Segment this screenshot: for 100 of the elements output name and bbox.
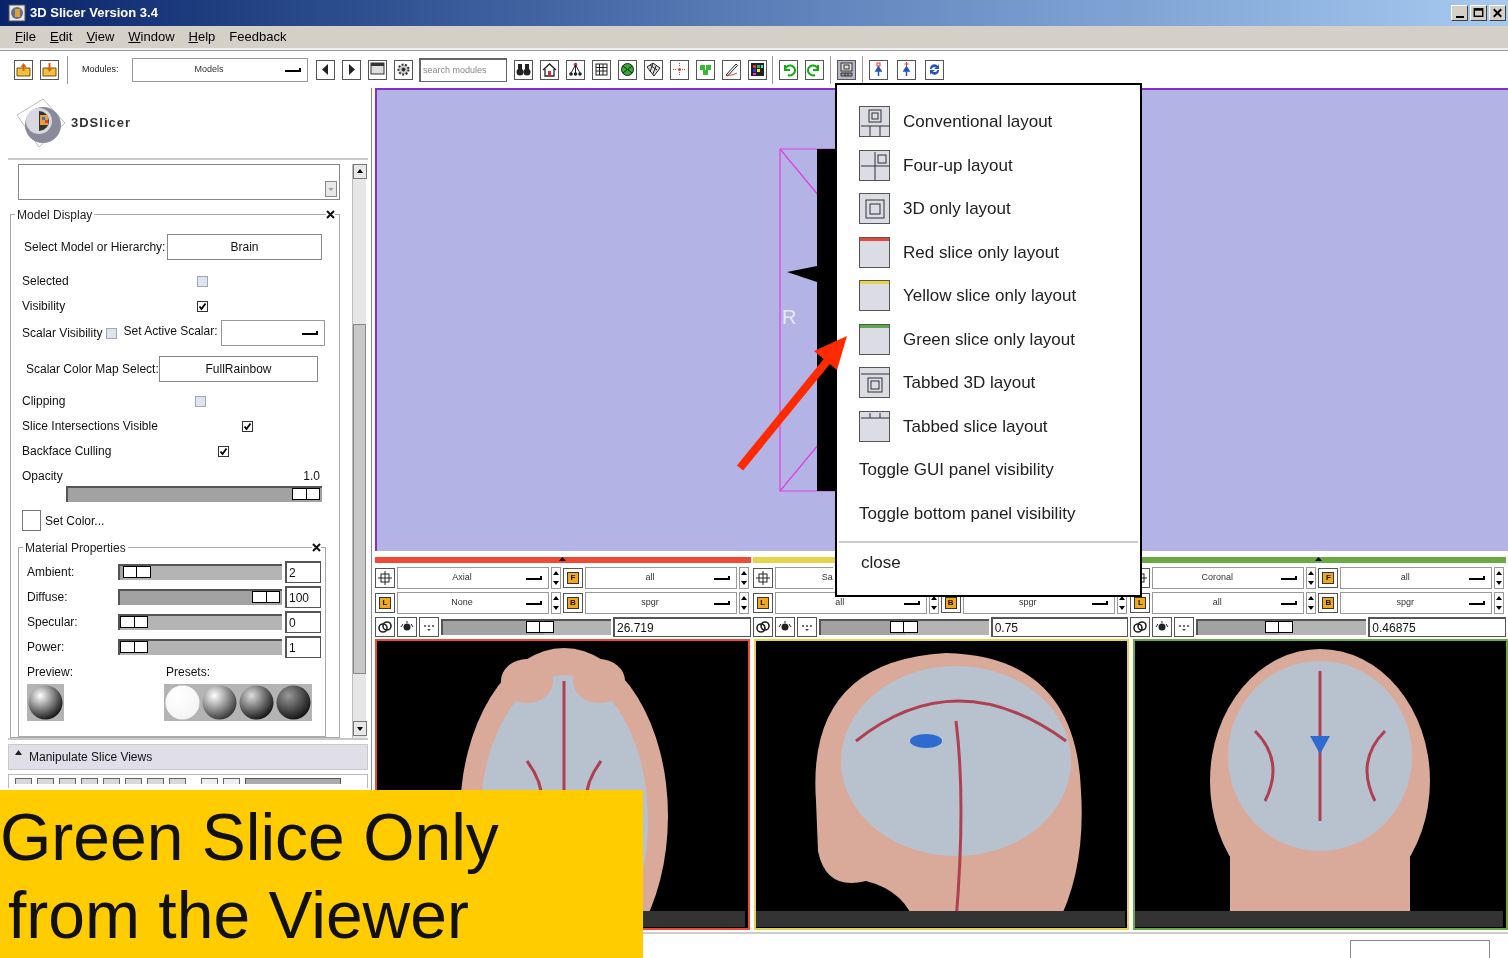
foreground-layer-icon[interactable]: F bbox=[563, 568, 583, 588]
value-field[interactable]: 0 bbox=[285, 611, 321, 633]
menu-item[interactable]: Conventional layout bbox=[837, 100, 1140, 144]
spin-buttons[interactable] bbox=[551, 567, 561, 589]
tool-icon[interactable] bbox=[147, 778, 164, 784]
color-map-selector[interactable]: FullRainbow bbox=[159, 356, 318, 382]
slider-handle[interactable] bbox=[1264, 621, 1293, 633]
pin-icon[interactable] bbox=[869, 59, 888, 80]
tool-icon[interactable] bbox=[59, 778, 76, 784]
menu-item[interactable]: Feedback bbox=[229, 27, 287, 47]
rings-icon[interactable] bbox=[752, 617, 773, 637]
gear-icon[interactable] bbox=[394, 59, 413, 80]
dots-icon[interactable] bbox=[419, 617, 439, 637]
value-field[interactable]: 0.75 bbox=[990, 617, 1129, 637]
menu-item[interactable]: Red slice only layout bbox=[837, 230, 1140, 274]
crosshair-icon[interactable] bbox=[752, 568, 773, 588]
tool-icon[interactable] bbox=[15, 778, 32, 784]
slider-handle[interactable] bbox=[889, 621, 918, 633]
scrollbar-thumb[interactable] bbox=[353, 324, 366, 674]
slider-handle[interactable] bbox=[252, 591, 280, 603]
orientation-dropdown[interactable]: Axial bbox=[397, 567, 549, 589]
dots-icon[interactable] bbox=[1174, 617, 1195, 637]
pin-icon[interactable] bbox=[897, 59, 916, 80]
foreground-dropdown[interactable]: all bbox=[585, 567, 737, 589]
grid-icon[interactable] bbox=[644, 59, 663, 80]
crosshair-icon[interactable] bbox=[670, 59, 689, 80]
label-dropdown[interactable]: all bbox=[1152, 592, 1305, 614]
spin-buttons[interactable] bbox=[1306, 592, 1317, 614]
scroll-up-icon[interactable] bbox=[353, 164, 367, 179]
tool-icon[interactable] bbox=[103, 778, 120, 784]
tool-icon[interactable] bbox=[201, 778, 218, 784]
menu-item[interactable]: Edit bbox=[49, 27, 73, 47]
close-button[interactable] bbox=[1489, 5, 1506, 21]
close-icon[interactable] bbox=[326, 210, 335, 219]
caret-icon[interactable] bbox=[559, 557, 567, 561]
swatch-grid-icon[interactable] bbox=[748, 59, 767, 80]
tool-icon[interactable] bbox=[81, 778, 98, 784]
module-dropdown[interactable]: Models bbox=[132, 57, 308, 82]
label-layer-icon[interactable]: L bbox=[752, 593, 773, 613]
menu-item[interactable]: Tabbed slice layout bbox=[837, 404, 1140, 448]
label-layer-icon[interactable]: L bbox=[375, 593, 395, 613]
background-layer-icon[interactable]: B bbox=[563, 593, 583, 613]
slider-handle[interactable] bbox=[525, 621, 554, 633]
menu-item[interactable]: 3D only layout bbox=[837, 187, 1140, 231]
search-field[interactable]: search modules bbox=[419, 57, 507, 82]
rings-icon[interactable] bbox=[1130, 617, 1151, 637]
label-dropdown[interactable]: None bbox=[397, 592, 549, 614]
menu-item[interactable]: Toggle GUI panel visibility bbox=[837, 448, 1140, 492]
menu-item[interactable]: Window bbox=[128, 27, 175, 47]
eye-icon[interactable] bbox=[397, 617, 417, 637]
redo-icon[interactable] bbox=[805, 59, 824, 80]
close-menu-item[interactable]: close bbox=[837, 543, 1140, 583]
tool-icon[interactable] bbox=[37, 778, 54, 784]
refresh-icon[interactable] bbox=[925, 59, 944, 80]
dots-icon[interactable] bbox=[796, 617, 817, 637]
home-icon[interactable] bbox=[540, 59, 559, 80]
menu-item[interactable]: Four-up layout bbox=[837, 143, 1140, 187]
tool-icon[interactable] bbox=[169, 778, 186, 784]
checkbox[interactable] bbox=[197, 300, 208, 312]
background-layer-icon[interactable]: B bbox=[1318, 593, 1339, 613]
scalar-dropdown[interactable] bbox=[220, 320, 325, 346]
checkbox[interactable] bbox=[242, 420, 253, 432]
slider-handle[interactable] bbox=[292, 488, 320, 500]
tool-icon[interactable] bbox=[223, 778, 240, 784]
spin-buttons[interactable] bbox=[739, 567, 749, 589]
color-swatch-button[interactable] bbox=[22, 510, 41, 531]
slider-track[interactable] bbox=[245, 778, 341, 784]
blocks-icon[interactable] bbox=[696, 59, 715, 80]
checkbox[interactable] bbox=[106, 327, 118, 339]
orientation-dropdown[interactable]: Coronal bbox=[1152, 567, 1305, 589]
caret-icon[interactable] bbox=[1314, 557, 1322, 561]
menu-item[interactable]: Green slice only layout bbox=[837, 317, 1140, 361]
folder-down-icon[interactable] bbox=[40, 59, 59, 80]
menu-item[interactable]: File bbox=[15, 27, 36, 47]
undo-icon[interactable] bbox=[779, 59, 798, 80]
spin-buttons[interactable] bbox=[1306, 567, 1317, 589]
folder-up-icon[interactable] bbox=[14, 59, 33, 80]
preset-sphere[interactable] bbox=[275, 684, 312, 721]
slider-handle[interactable] bbox=[122, 566, 151, 578]
spin-buttons[interactable] bbox=[551, 592, 561, 614]
crosshair-icon[interactable] bbox=[375, 568, 395, 588]
eye-icon[interactable] bbox=[1152, 617, 1173, 637]
orientation-dropdown[interactable]: Sa bbox=[774, 567, 833, 589]
maximize-button[interactable] bbox=[1470, 5, 1487, 21]
model-selector[interactable]: Brain bbox=[167, 234, 322, 260]
menu-item[interactable]: Tabbed 3D layout bbox=[837, 361, 1140, 405]
foreground-layer-icon[interactable]: F bbox=[1318, 568, 1339, 588]
value-field[interactable]: 100 bbox=[285, 586, 321, 608]
spin-buttons[interactable] bbox=[739, 592, 749, 614]
minimize-button[interactable] bbox=[1451, 5, 1468, 21]
tool-icon[interactable] bbox=[125, 778, 142, 784]
value-field[interactable]: 26.719 bbox=[613, 617, 751, 637]
slider-handle[interactable] bbox=[120, 616, 148, 628]
checkbox[interactable] bbox=[195, 395, 206, 407]
checkbox[interactable] bbox=[197, 275, 208, 287]
tree-icon[interactable] bbox=[566, 59, 585, 80]
layout-icon[interactable] bbox=[837, 59, 856, 80]
scroll-down-icon[interactable] bbox=[353, 721, 367, 736]
window-icon[interactable] bbox=[368, 59, 387, 80]
menu-item[interactable]: Help bbox=[188, 27, 216, 47]
